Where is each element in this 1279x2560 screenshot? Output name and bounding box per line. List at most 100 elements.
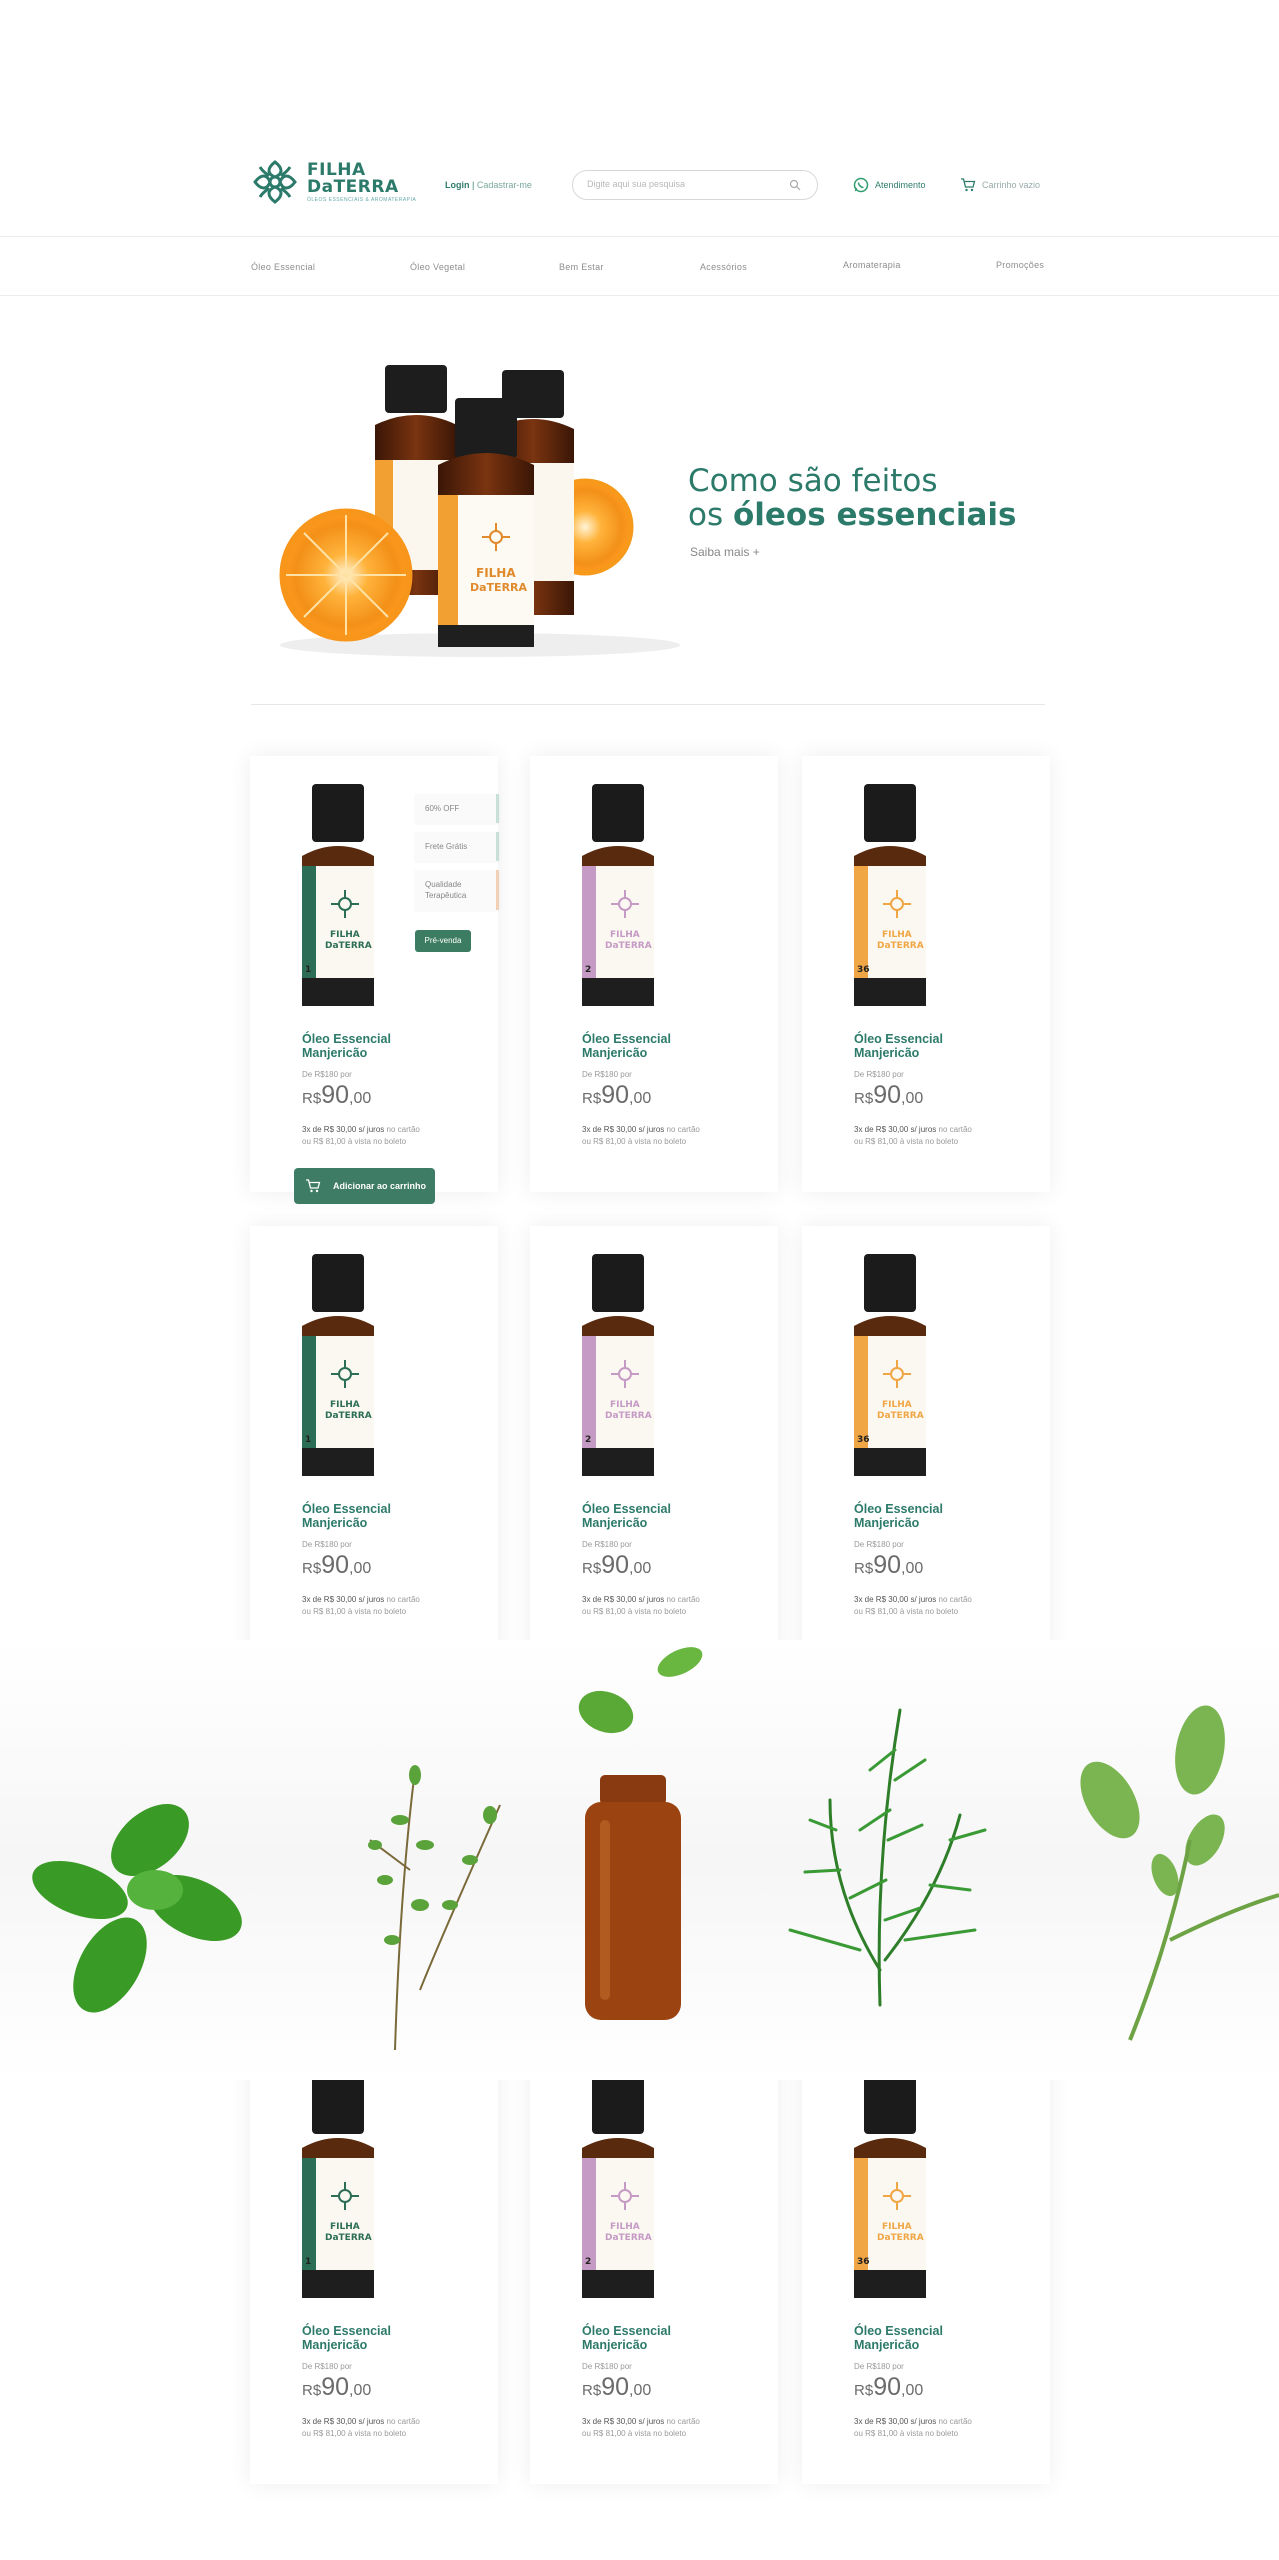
hero-title-prefix: os	[688, 497, 724, 533]
category-nav: Óleo Essencial Óleo Vegetal Bem Estar Ac…	[0, 237, 1279, 296]
svg-text:DaTERRA: DaTERRA	[605, 941, 652, 951]
price-cents: ,00	[349, 1090, 372, 1107]
product-name-line2: Manjericão	[302, 1516, 368, 1530]
svg-text:FILHA: FILHA	[882, 1400, 912, 1410]
product-name[interactable]: Óleo Essencial Manjericão	[302, 2324, 452, 2352]
boleto-price: ou R$ 81,00 à vista no boleto	[854, 1137, 959, 1146]
bottle-number: 36	[857, 1435, 870, 1445]
product-card[interactable]: FILHA DaTERRA 2 Óleo Essencial Manjericã…	[530, 756, 778, 1192]
nav-item-bem-estar[interactable]: Bem Estar	[559, 262, 604, 272]
product-name-line1: Óleo Essencial	[854, 1032, 943, 1046]
product-installments: 3x de R$ 30,00 s/ juros no cartão ou R$ …	[582, 1594, 742, 1618]
product-installments: 3x de R$ 30,00 s/ juros no cartão ou R$ …	[302, 1594, 462, 1618]
add-to-cart-button[interactable]: Adicionar ao carrinho	[294, 1168, 435, 1204]
brand-logo[interactable]: FILHA DaTERRA ÓLEOS ESSENCIAIS & AROMATE…	[251, 158, 416, 206]
presale-badge[interactable]: Pré-venda	[415, 930, 471, 952]
nav-item-aromaterapia[interactable]: Aromaterapia	[843, 260, 901, 270]
price-currency: R$	[302, 1090, 322, 1107]
product-bottle-image: FILHA DaTERRA 1	[302, 1254, 374, 1476]
installments-strong: 3x de R$ 30,00 s/ juros	[302, 2417, 385, 2426]
installments-rest: no cartão	[384, 2417, 420, 2426]
price-value: 90	[601, 1081, 629, 1109]
support-link[interactable]: Atendimento	[853, 177, 926, 193]
product-name-line1: Óleo Essencial	[302, 2324, 391, 2338]
product-card[interactable]: FILHA DaTERRA 1 Óleo Essencial Manjericã…	[250, 756, 499, 1192]
svg-text:FILHA: FILHA	[330, 2222, 360, 2232]
product-bottle-image: FILHA DaTERRA 2	[582, 2076, 654, 2298]
bottle-number: 1	[305, 1435, 311, 1445]
product-name-line1: Óleo Essencial	[854, 2324, 943, 2338]
svg-text:DaTERRA: DaTERRA	[605, 2233, 652, 2243]
svg-text:FILHA: FILHA	[610, 1400, 640, 1410]
installments-strong: 3x de R$ 30,00 s/ juros	[854, 1125, 937, 1134]
product-name-line1: Óleo Essencial	[582, 1502, 671, 1516]
product-name-line2: Manjericão	[302, 1046, 368, 1060]
price-value: 90	[321, 2373, 349, 2401]
product-card[interactable]: FILHA DaTERRA 2 Óleo Essencial Manjericã…	[530, 2048, 778, 2484]
product-installments: 3x de R$ 30,00 s/ juros no cartão ou R$ …	[302, 1124, 462, 1148]
svg-text:DaTERRA: DaTERRA	[605, 1411, 652, 1421]
price-cents: ,00	[901, 1560, 924, 1577]
product-name[interactable]: Óleo Essencial Manjericão	[582, 1032, 732, 1060]
product-installments: 3x de R$ 30,00 s/ juros no cartão ou R$ …	[854, 1124, 1014, 1148]
boleto-price: ou R$ 81,00 à vista no boleto	[582, 1137, 687, 1146]
product-price: R$90,00	[854, 1551, 923, 1580]
price-value: 90	[601, 1551, 629, 1579]
product-name[interactable]: Óleo Essencial Manjericão	[854, 1032, 1004, 1060]
product-card[interactable]: FILHA DaTERRA 2 Óleo Essencial Manjericã…	[530, 1226, 778, 1662]
product-name[interactable]: Óleo Essencial Manjericão	[854, 1502, 1004, 1530]
product-price: R$90,00	[854, 2373, 923, 2402]
product-bottle-image: FILHA DaTERRA 36	[854, 784, 926, 1006]
installments-rest: no cartão	[664, 2417, 700, 2426]
product-card[interactable]: FILHA DaTERRA 36 Óleo Essencial Manjeric…	[802, 1226, 1050, 1662]
product-price: R$90,00	[582, 2373, 651, 2402]
installments-rest: no cartão	[936, 2417, 972, 2426]
nav-item-acessorios[interactable]: Acessórios	[700, 262, 747, 272]
bottle-number: 36	[857, 2257, 870, 2267]
product-name[interactable]: Óleo Essencial Manjericão	[302, 1502, 452, 1530]
nav-item-oleo-vegetal[interactable]: Óleo Vegetal	[410, 262, 465, 272]
product-name-line1: Óleo Essencial	[582, 2324, 671, 2338]
account-links: Login | Cadastrar-me	[445, 180, 532, 190]
product-old-price: De R$180 por	[302, 1540, 352, 1549]
svg-text:FILHA: FILHA	[476, 566, 516, 580]
product-old-price: De R$180 por	[582, 2362, 632, 2371]
bottle-number: 1	[305, 965, 311, 975]
nav-item-oleo-essencial[interactable]: Óleo Essencial	[251, 262, 315, 272]
product-old-price: De R$180 por	[854, 1540, 904, 1549]
price-value: 90	[873, 1081, 901, 1109]
bottle-number: 36	[857, 965, 870, 975]
product-card[interactable]: FILHA DaTERRA 36 Óleo Essencial Manjeric…	[802, 2048, 1050, 2484]
product-installments: 3x de R$ 30,00 s/ juros no cartão ou R$ …	[854, 2416, 1014, 2440]
register-link[interactable]: Cadastrar-me	[477, 180, 532, 190]
product-card[interactable]: FILHA DaTERRA 36 Óleo Essencial Manjeric…	[802, 756, 1050, 1192]
login-link[interactable]: Login	[445, 180, 470, 190]
svg-text:DaTERRA: DaTERRA	[325, 2233, 372, 2243]
price-cents: ,00	[349, 2382, 372, 2399]
logo-line2: DaTERRA	[307, 176, 399, 197]
price-currency: R$	[582, 1090, 602, 1107]
boleto-price: ou R$ 81,00 à vista no boleto	[582, 1607, 687, 1616]
installments-strong: 3x de R$ 30,00 s/ juros	[854, 1595, 937, 1604]
product-price: R$90,00	[302, 2373, 371, 2402]
hero-more-link[interactable]: Saiba mais +	[690, 545, 760, 559]
product-name-line1: Óleo Essencial	[302, 1502, 391, 1516]
search-icon[interactable]	[789, 179, 801, 191]
price-cents: ,00	[901, 2382, 924, 2399]
product-name[interactable]: Óleo Essencial Manjericão	[302, 1032, 452, 1060]
product-name[interactable]: Óleo Essencial Manjericão	[582, 2324, 732, 2352]
cart-link[interactable]: Carrinho vazio	[960, 177, 1040, 193]
product-card[interactable]: FILHA DaTERRA 1 Óleo Essencial Manjericã…	[250, 1226, 498, 1662]
product-name[interactable]: Óleo Essencial Manjericão	[854, 2324, 1004, 2352]
search-input[interactable]	[587, 179, 787, 189]
account-separator: |	[472, 180, 475, 190]
nav-item-promocoes[interactable]: Promoções	[996, 260, 1044, 270]
product-name-line2: Manjericão	[582, 2338, 648, 2352]
product-name[interactable]: Óleo Essencial Manjericão	[582, 1502, 732, 1530]
product-name-line1: Óleo Essencial	[582, 1032, 671, 1046]
product-bottle-image: FILHA DaTERRA 1	[302, 784, 374, 1006]
product-old-price: De R$180 por	[302, 2362, 352, 2371]
product-name-line2: Manjericão	[582, 1516, 648, 1530]
product-card[interactable]: FILHA DaTERRA 1 Óleo Essencial Manjericã…	[250, 2048, 498, 2484]
product-price: R$90,00	[302, 1081, 371, 1110]
